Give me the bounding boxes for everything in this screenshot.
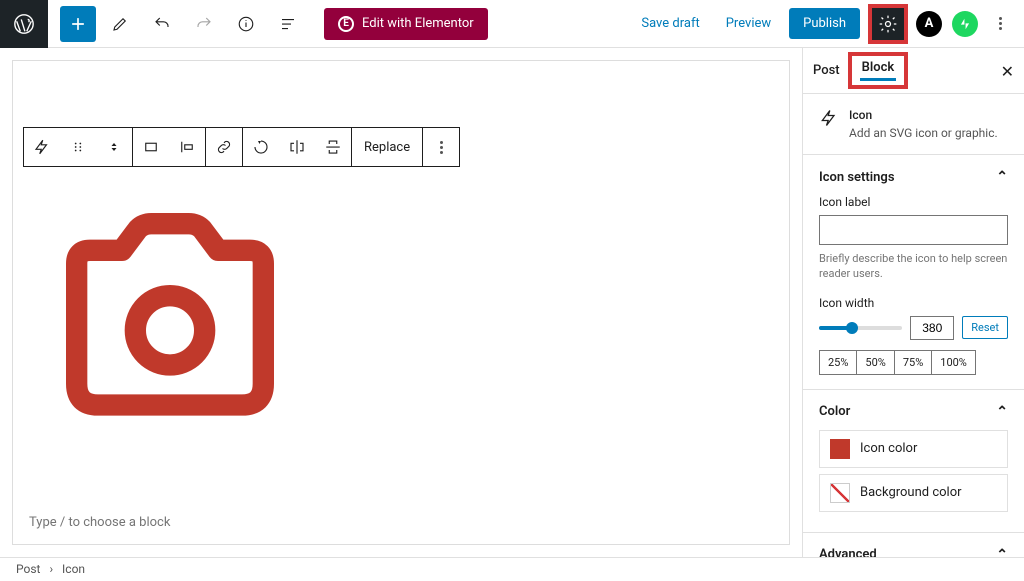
preset-50[interactable]: 50% [856,350,894,375]
preset-75[interactable]: 75% [894,350,932,375]
rotate-button[interactable] [243,128,279,166]
block-more-button[interactable] [423,128,459,166]
flip-v-button[interactable] [315,128,351,166]
save-draft-button[interactable]: Save draft [633,10,707,37]
settings-button[interactable] [870,6,906,42]
info-button[interactable] [228,6,264,42]
elementor-icon: E [338,16,354,32]
icon-width-input[interactable] [910,316,954,340]
color-heading[interactable]: Color ⌃ [819,404,1008,420]
flip-h-button[interactable] [279,128,315,166]
undo-button[interactable] [144,6,180,42]
icon-label-help: Briefly describe the icon to help screen… [819,251,1008,282]
block-description: Add an SVG icon or graphic. [849,126,998,140]
add-block-button[interactable] [60,6,96,42]
icon-width-slider[interactable] [819,326,902,330]
chevron-up-icon: ⌃ [996,169,1008,185]
astra-icon[interactable]: A [916,11,942,37]
replace-button[interactable]: Replace [352,140,422,155]
breadcrumb: Post › Icon [0,557,1024,581]
more-options-button[interactable] [988,17,1012,30]
jetpack-icon[interactable] [952,11,978,37]
breadcrumb-post[interactable]: Post [16,562,40,576]
wordpress-logo[interactable] [0,0,48,48]
background-color-row[interactable]: Background color [819,474,1008,512]
icon-label-label: Icon label [819,195,1008,209]
icon-color-swatch [830,439,850,459]
edit-with-elementor-button[interactable]: E Edit with Elementor [324,8,488,40]
icon-label-input[interactable] [819,215,1008,245]
drag-handle[interactable] [60,128,96,166]
justify-button[interactable] [169,128,205,166]
bg-color-swatch [830,483,850,503]
breadcrumb-icon[interactable]: Icon [62,562,85,576]
preset-100[interactable]: 100% [931,350,976,375]
close-sidebar-button[interactable]: ✕ [1001,62,1014,81]
chevron-up-icon: ⌃ [996,404,1008,420]
block-toolbar: Replace [23,127,460,167]
tab-post[interactable]: Post [803,49,850,92]
icon-block-icon [819,108,839,128]
icon-color-row[interactable]: Icon color [819,430,1008,468]
redo-button[interactable] [186,6,222,42]
block-placeholder[interactable]: Type / to choose a block [29,515,170,530]
elementor-label: Edit with Elementor [362,16,474,31]
publish-button[interactable]: Publish [789,8,860,39]
settings-sidebar: Post Block ✕ Icon Add an SVG icon or gra… [802,48,1024,581]
icon-settings-heading[interactable]: Icon settings ⌃ [819,169,1008,185]
move-arrows[interactable] [96,128,132,166]
reset-width-button[interactable]: Reset [962,316,1008,339]
camera-icon[interactable] [35,197,305,437]
preview-button[interactable]: Preview [718,10,779,37]
block-type-icon[interactable] [24,128,60,166]
tab-block[interactable]: Block [852,56,905,85]
preset-25[interactable]: 25% [819,350,857,375]
block-name: Icon [849,108,998,122]
align-button[interactable] [133,128,169,166]
icon-width-label: Icon width [819,296,1008,310]
outline-button[interactable] [270,6,306,42]
editor-canvas[interactable]: Replace Type / to choose a block [12,60,790,545]
edit-tool-button[interactable] [102,6,138,42]
link-button[interactable] [206,128,242,166]
